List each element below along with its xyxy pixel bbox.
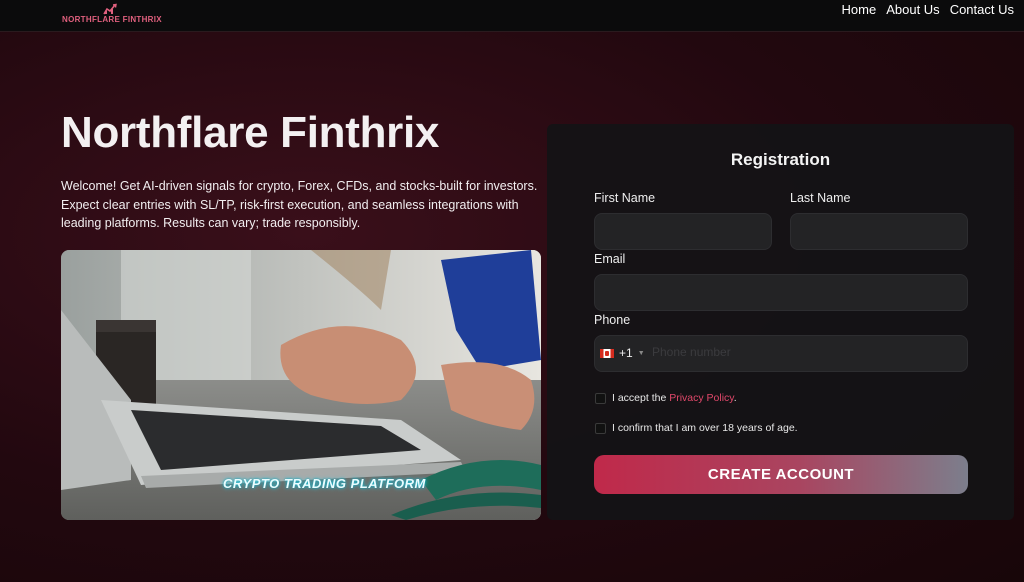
create-account-button[interactable]: CREATE ACCOUNT (594, 455, 968, 494)
chevron-down-icon: ▼ (637, 349, 645, 357)
page-title: Northflare Finthrix (61, 108, 440, 157)
age-checkbox[interactable] (595, 423, 606, 434)
first-name-label: First Name (594, 191, 656, 205)
phone-field[interactable] (594, 335, 968, 372)
image-caption: CRYPTO TRADING PLATFORM (223, 476, 426, 491)
hero-image: CRYPTO TRADING PLATFORM (61, 250, 541, 520)
nav-home-link[interactable]: Home (842, 3, 877, 17)
nav-about-link[interactable]: About Us (886, 3, 939, 17)
first-name-field[interactable] (594, 213, 772, 250)
canada-flag-icon (600, 348, 614, 358)
logo-text: NORTHFLARE FINTHRIX (62, 15, 162, 24)
privacy-suffix: . (733, 392, 737, 404)
main-nav: Home About Us Contact Us (842, 3, 1014, 17)
hero-description: Welcome! Get AI-driven signals for crypt… (61, 179, 538, 230)
flame-chart-logo-icon (103, 3, 117, 15)
privacy-label: I accept the Privacy Policy. (612, 392, 737, 404)
top-navbar: NORTHFLARE FINTHRIX Home About Us Contac… (0, 0, 1024, 32)
registration-title: Registration (730, 150, 831, 169)
country-code: +1 (619, 346, 633, 360)
email-label: Email (594, 252, 626, 266)
phone-placeholder: Phone number (652, 345, 731, 359)
age-label: I confirm that I am over 18 years of age… (612, 422, 798, 434)
last-name-field[interactable] (790, 213, 968, 250)
privacy-checkbox[interactable] (595, 393, 606, 404)
nav-contact-link[interactable]: Contact Us (950, 3, 1014, 17)
country-code-selector[interactable]: +1 ▼ (600, 345, 645, 361)
phone-label: Phone (594, 313, 631, 327)
privacy-prefix: I accept the (612, 392, 670, 404)
last-name-label: Last Name (790, 191, 851, 205)
email-field[interactable] (594, 274, 968, 311)
privacy-policy-link[interactable]: Privacy Policy (669, 392, 734, 404)
logo[interactable]: NORTHFLARE FINTHRIX (62, 3, 162, 27)
